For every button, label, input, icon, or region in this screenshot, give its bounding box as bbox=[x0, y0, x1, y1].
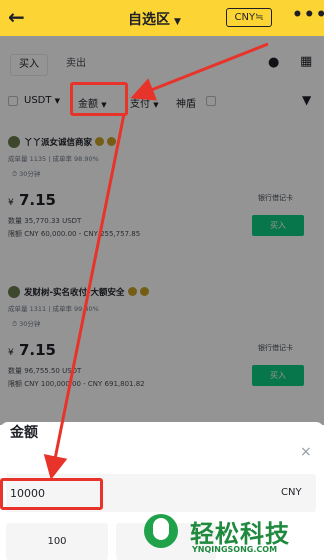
market-selector[interactable]: 自选区 ▼ bbox=[128, 9, 181, 29]
payment-method: 银行借记卡 bbox=[258, 344, 293, 352]
filter-shield[interactable]: 神盾 bbox=[176, 95, 196, 110]
limit-value: CNY 100,000.00 - CNY 691,801.82 bbox=[24, 380, 145, 388]
page-title: 自选区 bbox=[128, 12, 170, 28]
chevron-down-icon: ▼ bbox=[174, 17, 181, 27]
amount-unit: CNY bbox=[281, 487, 302, 498]
limit: 限额 CNY 60,000.00 - CNY 255,757.85 bbox=[8, 229, 140, 239]
quantity: 数量 35,770.33 USDT bbox=[8, 216, 81, 226]
shield-checkbox[interactable] bbox=[206, 96, 216, 106]
amount-input[interactable] bbox=[6, 474, 316, 512]
chevron-down-icon: ▼ bbox=[101, 101, 107, 109]
pay-time-text: 30分钟 bbox=[19, 320, 41, 328]
watermark-logo-icon bbox=[144, 514, 178, 548]
top-bar: ← 自选区 ▼ CNY≒ ••• bbox=[0, 0, 324, 36]
tab-buy[interactable]: 买入 bbox=[10, 54, 48, 76]
merchant-badge-icon bbox=[139, 287, 149, 296]
merchant-badge-icon bbox=[107, 137, 117, 146]
merchant-name[interactable]: 发财树-实名收付-大额安全 bbox=[24, 286, 149, 298]
price: ¥ 7.15 bbox=[8, 191, 56, 209]
quick-amount-button[interactable]: 100 bbox=[6, 523, 108, 560]
quantity: 数量 96,755.50 USDT bbox=[8, 366, 81, 376]
filter-payment-label: 支付 bbox=[130, 99, 150, 110]
completion-rate: 98.90% bbox=[74, 155, 99, 163]
chevron-down-icon: ▼ bbox=[153, 101, 159, 109]
watermark-name: 轻松科技 bbox=[190, 520, 290, 548]
pay-time: ⏱ 30分钟 bbox=[12, 320, 41, 328]
sheet-title: 金额 bbox=[10, 425, 38, 441]
currency-button[interactable]: CNY≒ bbox=[226, 8, 272, 27]
payment-method: 银行借记卡 bbox=[258, 194, 293, 202]
limit: 限额 CNY 100,000.00 - CNY 691,801.82 bbox=[8, 379, 145, 389]
rate-label: 成单率 bbox=[52, 305, 72, 313]
merchant-name-text: 发财树-实名收付-大额安全 bbox=[24, 288, 125, 298]
listing-content: 买入 卖出 ● ▦ USDT ▼ 金额 ▼ 支付 ▼ 神盾 ▼ 丫丫派女诚信商家… bbox=[0, 36, 324, 425]
merchant-name[interactable]: 丫丫派女诚信商家 bbox=[24, 136, 117, 148]
merchant-name-text: 丫丫派女诚信商家 bbox=[24, 138, 93, 148]
more-icon[interactable]: ••• bbox=[292, 5, 324, 25]
price: ¥ 7.15 bbox=[8, 341, 56, 359]
filter-shield-label: 神盾 bbox=[176, 99, 196, 110]
filter-amount-label: 金额 bbox=[78, 99, 98, 110]
orders-count: 1311 bbox=[29, 305, 47, 313]
pay-time: ⏱ 30分钟 bbox=[12, 170, 41, 178]
quantity-label: 数量 bbox=[8, 367, 22, 375]
price-value: 7.15 bbox=[18, 341, 56, 359]
listing-card: 发财树-实名收付-大额安全 成单量 1311 | 成单率 99.40% ⏱ 30… bbox=[0, 286, 324, 425]
limit-label: 限额 bbox=[8, 230, 22, 238]
orders-label: 成单量 bbox=[8, 155, 28, 163]
close-icon[interactable]: × bbox=[300, 444, 312, 460]
quantity-label: 数量 bbox=[8, 217, 22, 225]
chevron-down-icon: ▼ bbox=[54, 97, 61, 105]
funnel-filter-icon[interactable]: ▼ bbox=[302, 93, 311, 107]
filter-amount[interactable]: 金额 ▼ bbox=[78, 95, 107, 110]
tab-sell[interactable]: 卖出 bbox=[54, 54, 98, 76]
avatar bbox=[8, 136, 20, 148]
limit-label: 限额 bbox=[8, 380, 22, 388]
orders-label: 成单量 bbox=[8, 305, 28, 313]
price-value: 7.15 bbox=[18, 191, 56, 209]
verified-badge-icon bbox=[95, 137, 105, 146]
orders-count: 1135 bbox=[29, 155, 47, 163]
merchant-stats: 成单量 1135 | 成单率 98.90% bbox=[8, 155, 99, 163]
avatar bbox=[8, 286, 20, 298]
verified-badge-icon bbox=[127, 287, 137, 296]
limit-value: CNY 60,000.00 - CNY 255,757.85 bbox=[24, 230, 141, 238]
completion-rate: 99.40% bbox=[74, 305, 99, 313]
watermark: 轻松科技 YNQINGSONG.COM bbox=[132, 512, 324, 560]
listing-card: 丫丫派女诚信商家 成单量 1135 | 成单率 98.90% ⏱ 30分钟 ¥ … bbox=[0, 136, 324, 286]
asset-checkbox[interactable] bbox=[8, 96, 18, 106]
amount-input-value: 10000 bbox=[10, 487, 45, 500]
buy-button[interactable]: 买入 bbox=[252, 365, 304, 386]
currency-symbol: ¥ bbox=[8, 198, 14, 208]
buy-button[interactable]: 买入 bbox=[252, 215, 304, 236]
currency-symbol: ¥ bbox=[8, 348, 14, 358]
watermark-domain: YNQINGSONG.COM bbox=[192, 545, 278, 554]
pay-time-text: 30分钟 bbox=[19, 170, 41, 178]
quantity-value: 35,770.33 USDT bbox=[24, 217, 82, 225]
filter-bar: USDT ▼ 金额 ▼ 支付 ▼ 神盾 ▼ bbox=[0, 89, 324, 113]
merchant-stats: 成单量 1311 | 成单率 99.40% bbox=[8, 305, 99, 313]
menu-grid-icon[interactable]: ▦ bbox=[300, 54, 312, 69]
back-arrow-icon[interactable]: ← bbox=[8, 5, 25, 29]
filter-payment[interactable]: 支付 ▼ bbox=[130, 95, 159, 110]
rate-label: 成单率 bbox=[52, 155, 72, 163]
filter-asset-label: USDT bbox=[24, 95, 52, 106]
filter-asset[interactable]: USDT ▼ bbox=[24, 95, 60, 106]
quantity-value: 96,755.50 USDT bbox=[24, 367, 82, 375]
notification-icon[interactable]: ● bbox=[268, 55, 279, 70]
